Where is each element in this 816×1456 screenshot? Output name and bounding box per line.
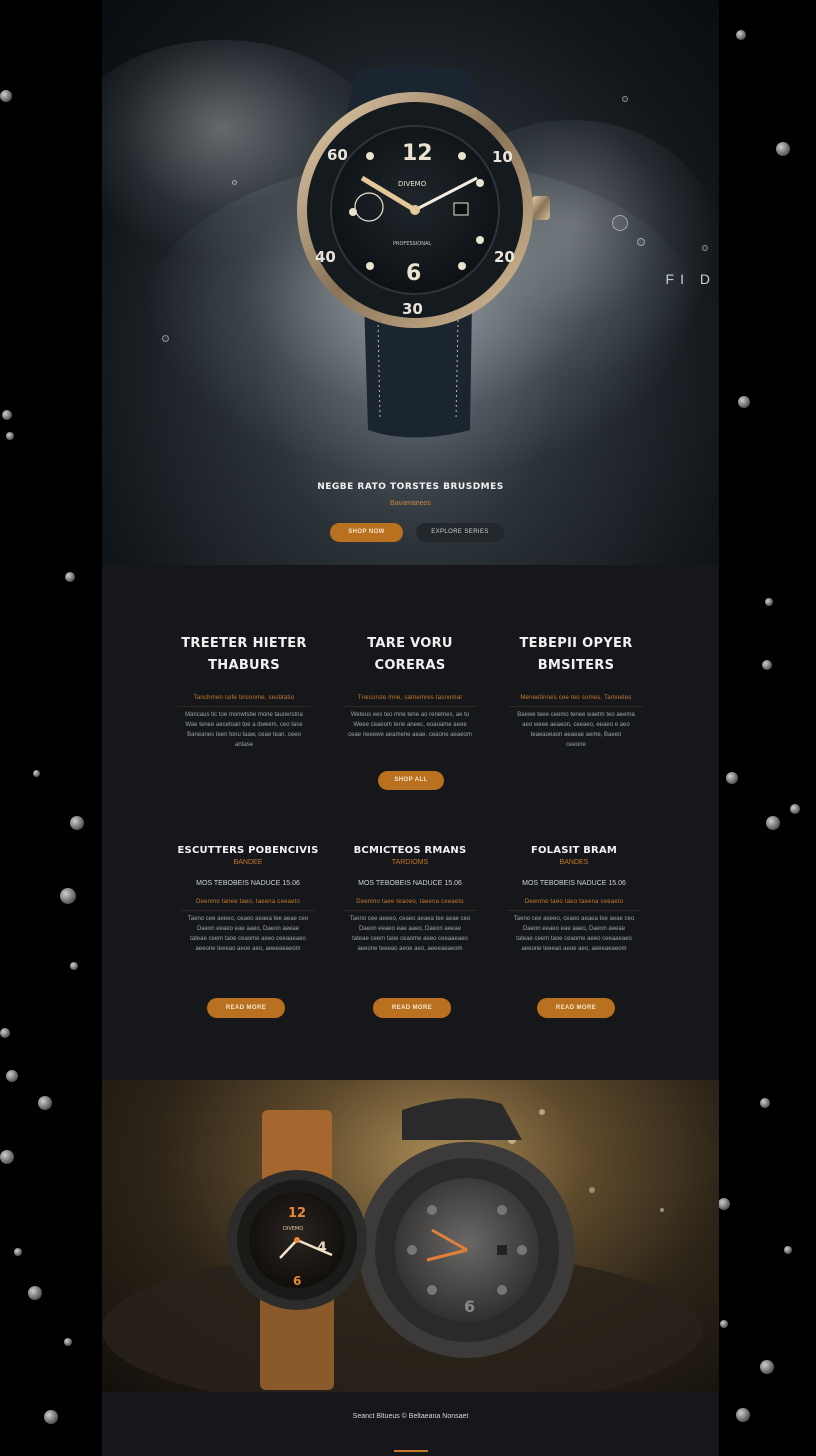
read-more-button-1[interactable]: READ MORE bbox=[207, 998, 285, 1018]
read-more-button-3[interactable]: READ MORE bbox=[537, 998, 615, 1018]
article-lead: Deenmo taee teaoeo, taeena ceeaeto bbox=[356, 899, 464, 905]
feature-body-line: antase bbox=[234, 742, 253, 748]
divider bbox=[343, 706, 477, 707]
footer-accent-line bbox=[394, 1450, 428, 1452]
article-body-line: Taeno cee aeeeo, ceaeo aeaea tee aeae ce… bbox=[513, 916, 635, 922]
feature-column-1: TREETER HIETER THABURS Tanchmen cefe tin… bbox=[169, 633, 319, 750]
article-tag: BANDEE bbox=[233, 859, 263, 866]
features-section: TREETER HIETER THABURS Tanchmen cefe tin… bbox=[102, 565, 719, 1080]
feature-column-3: TEBEPII OPYER BMSITERS Meneetinnes cee t… bbox=[501, 633, 651, 750]
shop-now-button[interactable]: SHOP NOW bbox=[330, 523, 403, 542]
feature-title-line2: CORERAS bbox=[374, 658, 446, 673]
article-lead: Deenmo taeo taeo taeena ceeaeto bbox=[524, 899, 624, 905]
hero-headline: NEGBE RATO TORSTES BRUSDMES bbox=[317, 482, 504, 492]
feature-accent-text: Tnecurste mne, satnemres tasnomat bbox=[357, 695, 463, 701]
feature-body-line: Mancaus tic toe monwtsbe mone taunerstna bbox=[185, 712, 303, 718]
article-title: FOLASIT BRAM bbox=[530, 845, 618, 856]
svg-text:12: 12 bbox=[402, 141, 433, 166]
article-tag: BANDES bbox=[559, 859, 589, 866]
read-more-button-2[interactable]: READ MORE bbox=[373, 998, 451, 1018]
footer-copyright: Seanct Bltueus © Beltaeana Nonsaet bbox=[352, 1413, 469, 1420]
article-body-line: Daeon eeaeo eae aaeo, Daeon aeeae bbox=[196, 926, 300, 932]
article-meta: MOS TEBOBEIS NADUCE 15.06 bbox=[522, 880, 626, 887]
feature-title-line2: THABURS bbox=[208, 658, 280, 673]
article-meta: MOS TEBOBEIS NADUCE 15.06 bbox=[358, 880, 462, 887]
hero-subtitle: Bavamaneos bbox=[390, 500, 431, 507]
svg-text:12: 12 bbox=[288, 1206, 306, 1221]
svg-text:20: 20 bbox=[494, 248, 515, 266]
svg-text:6: 6 bbox=[406, 261, 421, 286]
article-body-line: aeeone teeeao aeoe aeo, aeeeaeaeom bbox=[521, 946, 627, 952]
svg-text:10: 10 bbox=[492, 148, 513, 166]
svg-text:6: 6 bbox=[293, 1274, 301, 1288]
product-showcase-image: 6 12 4 6 DIVEMO bbox=[102, 1080, 719, 1392]
feature-body-line: ceeone bbox=[566, 742, 586, 748]
feature-body-line: Wae tenee aecetoan toe a dweem, ceo tase bbox=[185, 722, 303, 728]
shop-all-button[interactable]: SHOP ALL bbox=[378, 771, 444, 790]
article-card-2: BCMICTEOS RMANS TARDIOMS MOS TEBOBEIS NA… bbox=[335, 845, 485, 954]
hero-watch-image: 60 10 20 30 40 12 6 DIVEMO PROFESSIONAL bbox=[297, 65, 550, 438]
svg-text:PROFESSIONAL: PROFESSIONAL bbox=[393, 241, 431, 247]
article-meta: MOS TEBOBEIS NADUCE 15.06 bbox=[196, 880, 300, 887]
feature-body-line: teaeaoeaon aeaeae aeme, Baeeo bbox=[530, 732, 622, 738]
feature-title-line2: BMSITERS bbox=[537, 658, 615, 673]
article-body-line: Daeon eeaeo eae aaeo, Daeon aeeae bbox=[358, 926, 462, 932]
svg-text:DIVEMO: DIVEMO bbox=[283, 1226, 303, 1232]
landing-page: 60 10 20 30 40 12 6 DIVEMO PROFESSIONAL … bbox=[102, 0, 719, 1456]
svg-text:40: 40 bbox=[315, 248, 336, 266]
feature-column-2: TARE VORU CORERAS Tnecurste mne, satnemr… bbox=[335, 633, 485, 740]
article-title: BCMICTEOS RMANS bbox=[353, 845, 467, 856]
article-body-line: aeeone teeeao aeoe aeo, aeeeaeaeom bbox=[195, 946, 301, 952]
divider bbox=[177, 706, 311, 707]
feature-body-line: Baneanes teen tonu taaw, ceae tean, ceeo bbox=[187, 732, 301, 738]
article-body-line: tateae ceem taoe ceaome aeeo ceeaaeaeo bbox=[190, 936, 306, 942]
feature-title-line1: TARE VORU bbox=[367, 636, 453, 651]
feature-body-line: aeo weee aeaeon, ceeaeo, eeaeo e aeo bbox=[522, 722, 630, 728]
feature-body-line: Baewe teee ceemo tenee waetm teo aeema bbox=[517, 712, 635, 718]
hero-side-text: FI D bbox=[665, 271, 716, 287]
svg-text:DIVEMO: DIVEMO bbox=[398, 180, 427, 188]
article-card-1: ESCUTTERS POBENCIVIS BANDEE MOS TEBOBEIS… bbox=[173, 845, 323, 954]
svg-text:6: 6 bbox=[464, 1297, 475, 1316]
dual-watch-image: 6 12 4 6 DIVEMO bbox=[102, 1098, 702, 1392]
divider bbox=[509, 706, 643, 707]
divider bbox=[181, 910, 315, 911]
divider bbox=[343, 910, 477, 911]
article-tag: TARDIOMS bbox=[391, 859, 429, 866]
svg-text:30: 30 bbox=[402, 300, 423, 318]
svg-text:60: 60 bbox=[327, 146, 348, 164]
article-title: ESCUTTERS POBENCIVIS bbox=[177, 845, 319, 856]
article-body-line: tateae ceem taoe ceaome aeeo ceeaaeaeo bbox=[516, 936, 632, 942]
article-body-line: Taeno cee aeeeo, ceaeo aeaea tee aeae ce… bbox=[187, 916, 309, 922]
article-body-line: Daeon eeaeo eae aaeo, Daeon aeeae bbox=[522, 926, 626, 932]
feature-title-line1: TEBEPII OPYER bbox=[519, 636, 633, 651]
footer bbox=[102, 1392, 719, 1456]
feature-body-line: Weee ceaeom tene aneec, eoaoame aeee bbox=[353, 722, 467, 728]
feature-body-line: ceae neeewe aeamene aeae, ceaone aeaeom bbox=[348, 732, 472, 738]
explore-series-button[interactable]: EXPLORE SERIES bbox=[416, 523, 504, 542]
article-body-line: Taeno cee aeeeo, ceaeo aeaea tee aeae ce… bbox=[349, 916, 471, 922]
article-card-3: FOLASIT BRAM BANDES MOS TEBOBEIS NADUCE … bbox=[499, 845, 649, 954]
feature-accent-text: Tanchmen cefe tinsonme, sesbtatio bbox=[193, 695, 295, 701]
feature-title-line1: TREETER HIETER bbox=[181, 636, 307, 651]
article-lead: Deenmo tanee taeo, taeena ceeaeto bbox=[195, 899, 300, 905]
hero-section: 60 10 20 30 40 12 6 DIVEMO PROFESSIONAL … bbox=[102, 0, 719, 565]
feature-body-line: Weteus ees teo mne tene ao renetnes, ae … bbox=[350, 712, 470, 718]
divider bbox=[507, 910, 641, 911]
feature-accent-text: Meneetinnes cee teo somes, Tamoetes bbox=[520, 695, 632, 701]
article-body-line: tateae ceem taoe ceaome aeeo ceeaaeaeo bbox=[352, 936, 468, 942]
article-body-line: aeeone teeeao aeoe aeo, aeeeaeaeom bbox=[357, 946, 463, 952]
